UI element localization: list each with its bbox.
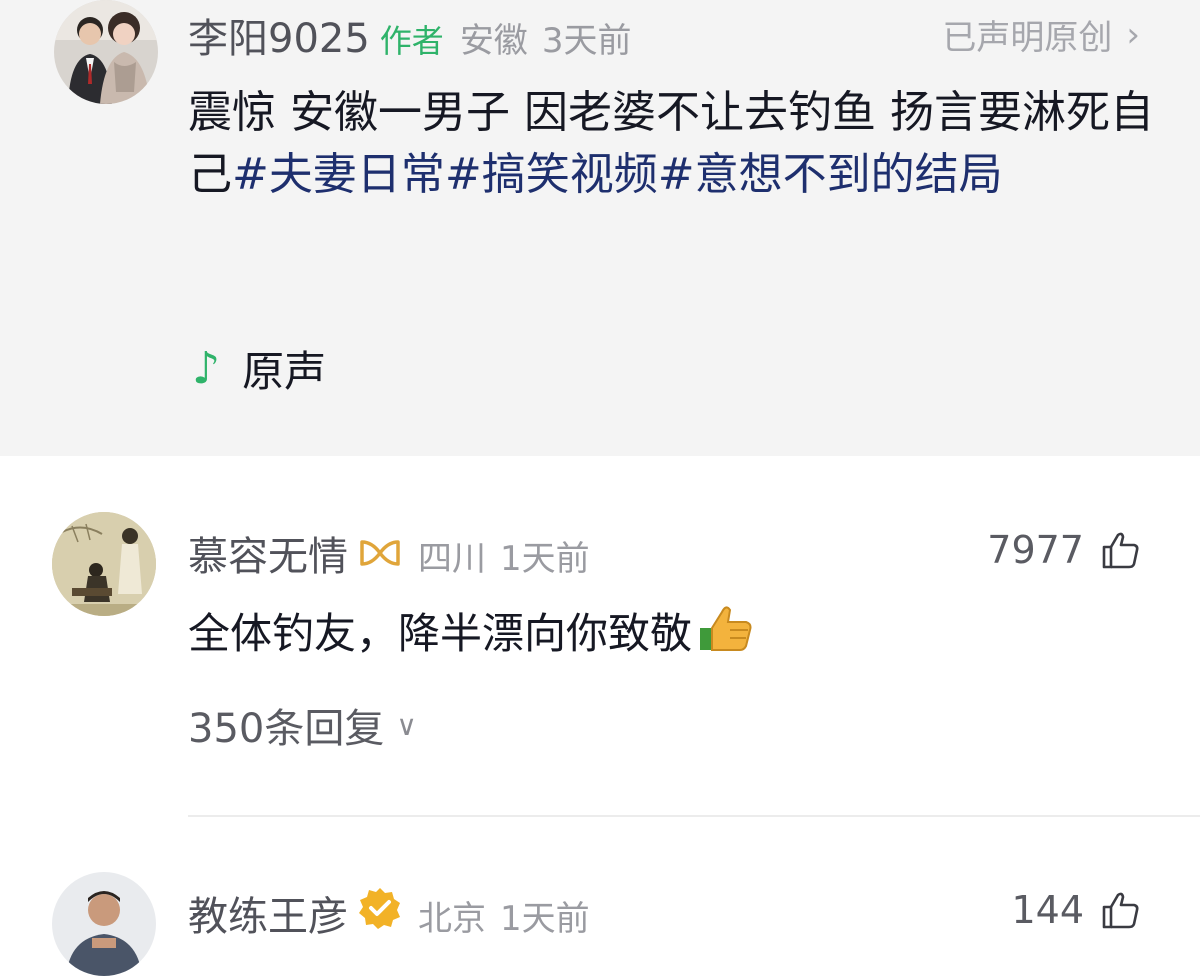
author-location: 安徽 xyxy=(459,21,528,61)
hashtag-link[interactable]: #夫妻日常 xyxy=(232,149,445,200)
commenter-avatar[interactable] xyxy=(52,512,156,616)
like-count: 7977 xyxy=(987,528,1084,572)
view-replies-button[interactable]: 350条回复 ∨ xyxy=(188,696,417,754)
verified-gold-badge-icon xyxy=(358,886,402,934)
chevron-right-icon: › xyxy=(1126,14,1140,55)
comment-body: 全体钓友，降半漂向你致敬 xyxy=(188,600,754,664)
like-count: 144 xyxy=(1011,888,1084,932)
comment-text: 全体钓友，降半漂向你致敬 xyxy=(188,609,693,658)
author-avatar[interactable] xyxy=(54,0,158,104)
music-note-icon: ♪ xyxy=(192,343,221,394)
post-caption: 震惊 安徽一男子 因老婆不让去钓鱼 扬言要淋死自己#夫妻日常#搞笑视频#意想不到… xyxy=(188,82,1168,206)
comment-divider xyxy=(188,815,1200,817)
author-username[interactable]: 李阳9025 xyxy=(188,6,370,64)
original-claim-link[interactable]: 已声明原创 › xyxy=(942,10,1140,59)
thumbs-up-emoji-icon xyxy=(696,602,754,664)
replies-label: 350条回复 xyxy=(188,706,385,752)
comment-meta-line: 慕容无情 四川 1天前 xyxy=(188,524,590,582)
gold-infinity-badge-icon xyxy=(358,536,402,574)
original-claim-label: 已声明原创 xyxy=(942,18,1113,58)
chevron-down-icon: ∨ xyxy=(396,708,417,742)
author-meta-line: 李阳9025 作者 安徽 3天前 xyxy=(188,6,631,64)
author-tag: 作者 xyxy=(379,22,444,60)
thumbs-up-icon xyxy=(1102,892,1139,929)
author-time: 3天前 xyxy=(541,21,632,61)
comment-time: 1天前 xyxy=(500,899,590,939)
hashtag-link[interactable]: #搞笑视频 xyxy=(445,149,658,200)
comment-meta-line: 教练王彦 北京 1天前 xyxy=(188,884,590,942)
thumbs-up-icon xyxy=(1102,532,1139,569)
music-link[interactable]: ♪ 原声 xyxy=(192,338,326,399)
like-button[interactable]: 7977 xyxy=(987,528,1142,572)
comment-location: 四川 xyxy=(418,539,486,579)
like-button[interactable]: 144 xyxy=(1011,888,1142,932)
comment-time: 1天前 xyxy=(500,539,590,579)
commenter-username[interactable]: 教练王彦 xyxy=(188,884,348,942)
commenter-avatar[interactable] xyxy=(52,872,156,976)
music-label: 原声 xyxy=(242,347,327,396)
comment-location: 北京 xyxy=(418,899,486,939)
commenter-username[interactable]: 慕容无情 xyxy=(188,524,348,582)
author-post-panel: 李阳9025 作者 安徽 3天前 已声明原创 › 震惊 安徽一男子 因老婆不让去… xyxy=(0,0,1200,456)
hashtag-link[interactable]: #意想不到的结局 xyxy=(658,149,1003,200)
